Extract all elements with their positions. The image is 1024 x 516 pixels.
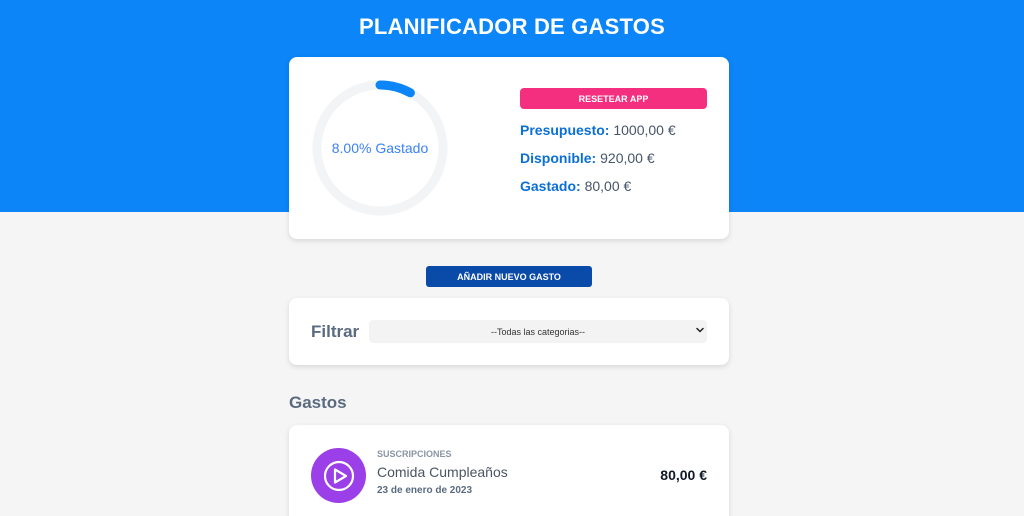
expense-date: 23 de enero de 2023 xyxy=(377,485,473,496)
presupuesto-value: 1000,00 € xyxy=(613,122,676,138)
filter-label: Filtrar xyxy=(311,322,360,341)
add-expense-button[interactable]: AÑADIR NUEVO GASTO xyxy=(426,266,592,287)
budget-presupuesto: Presupuesto: 1000,00 € xyxy=(520,122,676,138)
budget-gastado: Gastado: 80,00 € xyxy=(520,178,631,194)
disponible-value: 920,00 € xyxy=(600,150,655,166)
expense-amount: 80,00 € xyxy=(660,467,707,483)
app-title: PLANIFICADOR DE GASTOS xyxy=(359,14,665,39)
category-filter-select[interactable]: --Todas las categorias-- xyxy=(369,320,707,343)
expense-item[interactable]: SUSCRIPCIONES Comida Cumpleaños 23 de en… xyxy=(289,425,729,516)
budget-card: 8.00% Gastado RESETEAR APP Presupuesto: … xyxy=(289,57,729,239)
expense-name: Comida Cumpleaños xyxy=(377,464,508,480)
disponible-label: Disponible: xyxy=(520,150,597,166)
expense-category: SUSCRIPCIONES xyxy=(377,449,452,459)
gastado-label: Gastado: xyxy=(520,178,581,194)
budget-disponible: Disponible: 920,00 € xyxy=(520,150,655,166)
play-circle-icon xyxy=(311,448,366,503)
filter-card: Filtrar --Todas las categorias-- xyxy=(289,298,729,365)
progress-label: 8.00% Gastado xyxy=(331,140,429,156)
gastado-value: 80,00 € xyxy=(584,178,632,194)
expenses-section-title: Gastos xyxy=(289,393,347,412)
presupuesto-label: Presupuesto: xyxy=(520,122,610,138)
budget-progress-ring: 8.00% Gastado xyxy=(311,79,449,217)
play-icon xyxy=(323,460,354,491)
reset-app-button[interactable]: RESETEAR APP xyxy=(520,88,707,109)
